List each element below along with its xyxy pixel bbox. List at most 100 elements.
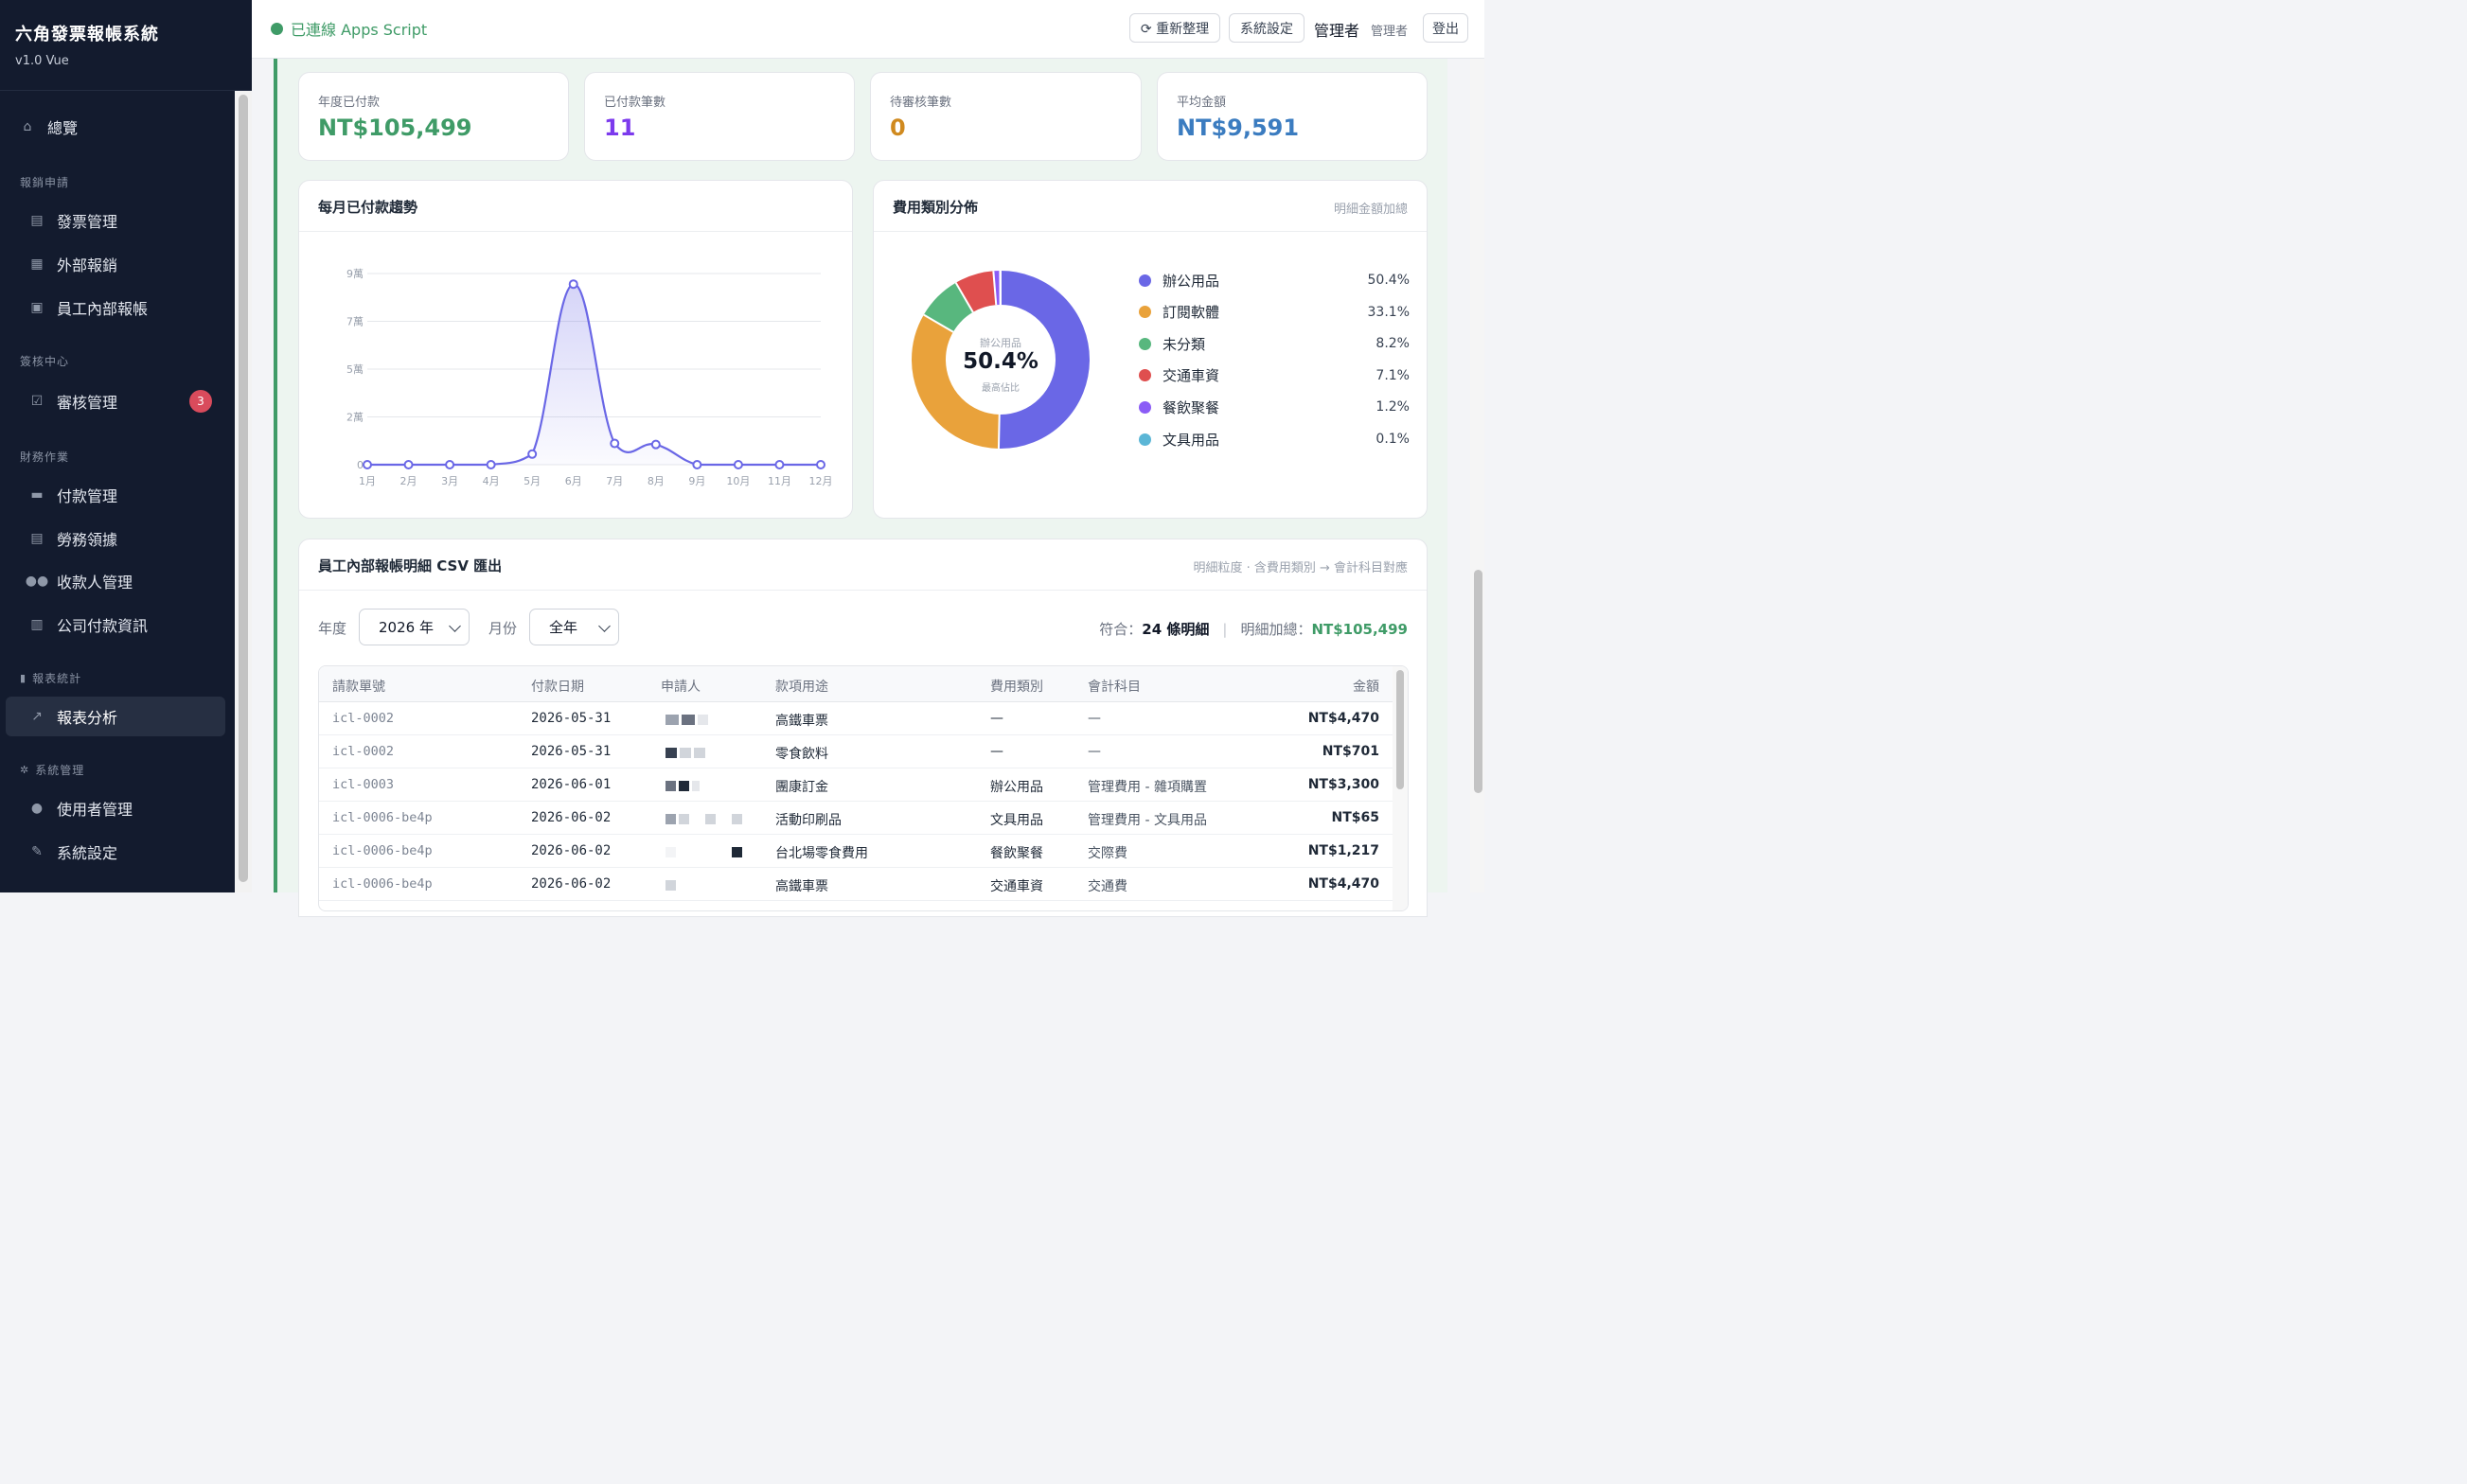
refresh-button[interactable]: ⟳ 重新整理 bbox=[1129, 13, 1220, 43]
applicant-redacted bbox=[666, 781, 700, 791]
purpose: 台北場零食費用 bbox=[775, 846, 868, 861]
expense-category: — bbox=[990, 711, 1003, 726]
sidebar-item-employee-claims[interactable]: ▣ 員工內部報帳 bbox=[6, 288, 225, 327]
sidebar-item-company-payment-info[interactable]: ▥ 公司付款資訊 bbox=[6, 605, 225, 645]
brand: 六角發票報帳系統 v1.0 Vue bbox=[0, 0, 252, 91]
data-point[interactable] bbox=[527, 449, 538, 459]
sidebar-item-payments[interactable]: ▬ 付款管理 bbox=[6, 475, 225, 515]
y-tick-label: 0 bbox=[357, 459, 364, 471]
stat-label: 平均金額 bbox=[1177, 96, 1227, 110]
sidebar-scrollbar-thumb[interactable] bbox=[239, 95, 248, 882]
legend-dot-icon bbox=[1139, 274, 1151, 287]
sidebar-item-label: 總覽 bbox=[47, 119, 79, 137]
x-tick-label: 9月 bbox=[688, 475, 705, 487]
sidebar-item-report-analysis[interactable]: ↗ 報表分析 bbox=[6, 697, 225, 736]
data-point[interactable] bbox=[486, 460, 496, 469]
legend-label: 餐飲聚餐 bbox=[1163, 398, 1220, 416]
approval-count-badge: 3 bbox=[189, 390, 212, 413]
legend-label: 交通車資 bbox=[1163, 367, 1220, 385]
x-tick-label: 8月 bbox=[648, 475, 665, 487]
sidebar-item-approvals[interactable]: ☑ 審核管理 3 bbox=[6, 381, 225, 421]
legend-label: 訂閱軟體 bbox=[1163, 304, 1220, 322]
memo-icon: ▦ bbox=[30, 256, 44, 272]
year-select[interactable]: 2026 年 bbox=[359, 609, 470, 645]
data-point[interactable] bbox=[568, 279, 578, 290]
data-point[interactable] bbox=[774, 460, 785, 469]
x-tick-label: 11月 bbox=[768, 475, 791, 487]
column-header[interactable]: 申請人 bbox=[661, 677, 701, 696]
applicant-redacted bbox=[666, 847, 742, 857]
sidebar-item-label: 使用者管理 bbox=[57, 801, 133, 819]
table-row[interactable]: icl-0006-be4p 2026-06-02 台北場零食費用 餐飲聚餐 交際費 NT$… bbox=[319, 835, 1393, 868]
table-row[interactable]: icl-0003 2026-06-01 團康訂金 辦公用品 管理費用 - 雜項購置 NT$… bbox=[319, 768, 1393, 802]
column-header[interactable]: 會計科目 bbox=[1088, 677, 1141, 696]
main-scrollbar-thumb[interactable] bbox=[1474, 570, 1482, 793]
payment-date: 2026-05-31 bbox=[531, 744, 612, 759]
payment-date: 2026-05-31 bbox=[531, 711, 612, 726]
expense-category: 文具用品 bbox=[990, 813, 1043, 828]
column-header[interactable]: 付款日期 bbox=[531, 677, 584, 696]
x-tick-label: 6月 bbox=[565, 475, 582, 487]
y-tick-label: 9萬 bbox=[346, 268, 364, 280]
sidebar-section-approval: 簽核中心 bbox=[20, 355, 70, 368]
legend-item: 未分類 8.2% bbox=[1139, 333, 1410, 354]
sidebar-item-external-claims[interactable]: ▦ 外部報銷 bbox=[6, 244, 225, 284]
sidebar-item-payees[interactable]: ●● 收款人管理 bbox=[6, 561, 225, 601]
settings-button[interactable]: 系統設定 bbox=[1229, 13, 1304, 43]
month-select[interactable]: 全年 bbox=[529, 609, 619, 645]
people-icon: ●● bbox=[25, 574, 49, 589]
table-row[interactable]: icl-0002 2026-05-31 零食飲料 — — NT$701 bbox=[319, 735, 1393, 768]
user-role: 管理者 bbox=[1371, 25, 1409, 39]
data-point[interactable] bbox=[816, 460, 825, 469]
sidebar-item-users[interactable]: ● 使用者管理 bbox=[6, 788, 225, 828]
column-header[interactable]: 金額 bbox=[1353, 677, 1379, 696]
detail-table: 請款單號 付款日期 申請人 款項用途 費用類別 會計科目 金額 icl-0002… bbox=[318, 665, 1409, 911]
table-scrollbar-thumb[interactable] bbox=[1396, 670, 1404, 789]
data-point[interactable] bbox=[650, 439, 661, 450]
legend-item: 餐飲聚餐 1.2% bbox=[1139, 397, 1410, 417]
stat-label: 年度已付款 bbox=[318, 96, 381, 110]
table-row[interactable]: icl-0006-be4p 2026-06-02 高鐵車票 交通車資 交通費 NT$4,4… bbox=[319, 868, 1393, 901]
sidebar-item-invoices[interactable]: ▤ 發票管理 bbox=[6, 201, 225, 240]
amount: NT$3,300 bbox=[1307, 777, 1379, 792]
sidebar-item-overview[interactable]: ⌂ 總覽 bbox=[6, 107, 225, 147]
payment-date: 2026-06-02 bbox=[531, 843, 612, 858]
sidebar-item-service-receipts[interactable]: ▤ 勞務領據 bbox=[6, 519, 225, 558]
legend-percent: 50.4% bbox=[1367, 273, 1410, 288]
amount: NT$4,470 bbox=[1307, 711, 1379, 726]
data-point[interactable] bbox=[445, 460, 455, 469]
y-tick-label: 2萬 bbox=[346, 412, 364, 424]
card-title: 員工內部報帳明細 CSV 匯出 bbox=[318, 557, 503, 574]
column-header[interactable]: 費用類別 bbox=[990, 677, 1043, 696]
table-row[interactable]: icl-0002 2026-05-31 高鐵車票 — — NT$4,470 bbox=[319, 702, 1393, 735]
data-point[interactable] bbox=[403, 460, 414, 469]
table-row[interactable]: icl-0006-be4p 2026-06-02 活動印刷品 文具用品 管理費用 - 文… bbox=[319, 802, 1393, 835]
data-point[interactable] bbox=[363, 460, 372, 469]
stat-card-paid-count: 已付款筆數 11 bbox=[584, 72, 855, 161]
year-filter-label: 年度 bbox=[318, 620, 347, 637]
column-header[interactable]: 款項用途 bbox=[775, 677, 828, 696]
data-point[interactable] bbox=[610, 438, 620, 449]
x-tick-label: 3月 bbox=[441, 475, 458, 487]
request-id: icl-0002 bbox=[332, 744, 395, 759]
data-point[interactable] bbox=[692, 460, 702, 469]
sidebar-item-label: 員工內部報帳 bbox=[57, 300, 149, 318]
match-count: 24 條明細 bbox=[1142, 621, 1210, 638]
column-header[interactable]: 請款單號 bbox=[332, 677, 385, 696]
legend-item: 文具用品 0.1% bbox=[1139, 429, 1410, 450]
account-subject: 交際費 bbox=[1088, 846, 1127, 861]
sidebar-section-finance: 財務作業 bbox=[20, 450, 70, 464]
donut-center-value: 50.4% bbox=[963, 349, 1038, 374]
monthly-trend-chart: 0 2萬 5萬 7萬 9萬 1月 2月 3月 4月 5月 6月 7月 8月 9月 10月 11月 12月 bbox=[346, 268, 833, 487]
sidebar-item-system-settings[interactable]: ✎ 系統設定 bbox=[6, 832, 225, 872]
amount: NT$65 bbox=[1331, 810, 1380, 825]
request-id: icl-0006-be4p bbox=[332, 810, 433, 825]
logout-button[interactable]: 登出 bbox=[1423, 13, 1468, 43]
stat-card-pending-count: 待審核筆數 0 bbox=[870, 72, 1142, 161]
status-dot-icon bbox=[271, 22, 283, 35]
request-id: icl-0002 bbox=[332, 711, 395, 726]
data-point[interactable] bbox=[733, 460, 743, 469]
x-tick-label: 12月 bbox=[809, 475, 833, 487]
legend-dot-icon bbox=[1139, 337, 1151, 350]
app-version: v1.0 Vue bbox=[15, 54, 69, 68]
